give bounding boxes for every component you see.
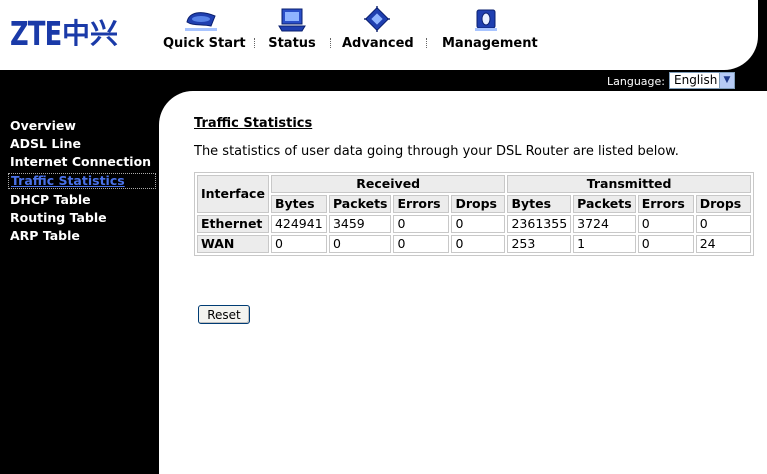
- sidebar-item-overview[interactable]: Overview: [0, 117, 158, 135]
- logo-latin-text: ZTE: [10, 14, 62, 53]
- table-cell: 424941: [270, 215, 327, 233]
- language-select[interactable]: English ▼: [669, 72, 735, 89]
- column-header: Drops: [451, 195, 506, 213]
- main-content: Traffic Statistics The statistics of use…: [159, 91, 767, 474]
- sidebar-item-internet-connection[interactable]: Internet Connection: [0, 153, 158, 171]
- nav-advanced-label: Advanced: [342, 36, 414, 51]
- table-header-row: Interface Received Transmitted: [197, 175, 751, 213]
- table-cell: 253: [507, 235, 572, 253]
- table-cell: 0: [451, 235, 506, 253]
- column-header: Drops: [695, 195, 751, 213]
- table-cell: 0: [637, 215, 694, 233]
- traffic-statistics-table: Interface Received Transmitted Bytes Pac…: [194, 172, 754, 256]
- table-cell: 3459: [328, 215, 392, 233]
- table-row: WAN 0 0 0 0 253 1 0 24: [197, 235, 751, 253]
- column-header: Errors: [637, 195, 694, 213]
- management-icon: [475, 9, 497, 31]
- chip-icon: [364, 6, 390, 32]
- table-cell: 0: [695, 215, 751, 233]
- nav-separator: [426, 38, 428, 48]
- language-selected-value: English: [674, 73, 718, 87]
- nav-separator: [330, 38, 332, 48]
- nav-status[interactable]: Status: [266, 6, 318, 51]
- logo-cjk-text: 中兴: [62, 17, 119, 50]
- column-header: Bytes: [270, 195, 327, 213]
- nav-advanced[interactable]: Advanced: [342, 6, 414, 51]
- row-interface: WAN: [197, 235, 269, 253]
- table-cell: 0: [637, 235, 694, 253]
- table-cell: 0: [451, 215, 506, 233]
- table-cell: 0: [393, 235, 450, 253]
- reset-button[interactable]: Reset: [198, 305, 250, 324]
- sidebar-item-routing-table[interactable]: Routing Table: [0, 209, 158, 227]
- column-header: Bytes: [507, 195, 572, 213]
- sidebar-item-arp-table[interactable]: ARP Table: [0, 227, 158, 245]
- page-title: Traffic Statistics: [194, 116, 313, 131]
- table-cell: 0: [393, 215, 450, 233]
- nav-quick-start[interactable]: Quick Start: [163, 6, 246, 51]
- nav-management-label: Management: [442, 36, 538, 51]
- table-cell: 0: [270, 235, 327, 253]
- sidebar-item-dhcp-table[interactable]: DHCP Table: [0, 191, 158, 209]
- column-header: Packets: [328, 195, 392, 213]
- received-header: Received: [270, 175, 506, 193]
- chevron-down-icon[interactable]: ▼: [719, 73, 734, 88]
- table-cell: 2361355: [507, 215, 572, 233]
- nav-separator: [254, 38, 256, 48]
- language-label: Language:: [607, 75, 665, 88]
- table-subheader-row: Bytes Packets Errors Drops Bytes Packets…: [197, 195, 751, 213]
- table-row: Ethernet 424941 3459 0 0 2361355 3724 0 …: [197, 215, 751, 233]
- table-cell: 24: [695, 235, 751, 253]
- transmitted-header: Transmitted: [507, 175, 751, 193]
- quick-start-icon: [185, 12, 217, 31]
- nav-status-label: Status: [268, 36, 316, 51]
- monitor-icon: [278, 8, 306, 32]
- column-header: Errors: [393, 195, 450, 213]
- table-cell: 3724: [573, 215, 636, 233]
- sidebar-item-traffic-statistics[interactable]: Traffic Statistics: [8, 173, 156, 189]
- nav-management[interactable]: Management: [442, 6, 538, 51]
- nav-quick-start-label: Quick Start: [163, 36, 246, 51]
- table-cell: 1: [573, 235, 636, 253]
- sidebar: Overview ADSL Line Internet Connection T…: [0, 117, 158, 245]
- row-interface: Ethernet: [197, 215, 269, 233]
- interface-header: Interface: [197, 175, 269, 213]
- table-cell: 0: [328, 235, 392, 253]
- column-header: Packets: [573, 195, 636, 213]
- sidebar-item-adsl-line[interactable]: ADSL Line: [0, 135, 158, 153]
- header-bar: ZTE 中兴 Quick Start Status Advanced Manag…: [0, 0, 758, 70]
- page-description: The statistics of user data going throug…: [194, 144, 679, 159]
